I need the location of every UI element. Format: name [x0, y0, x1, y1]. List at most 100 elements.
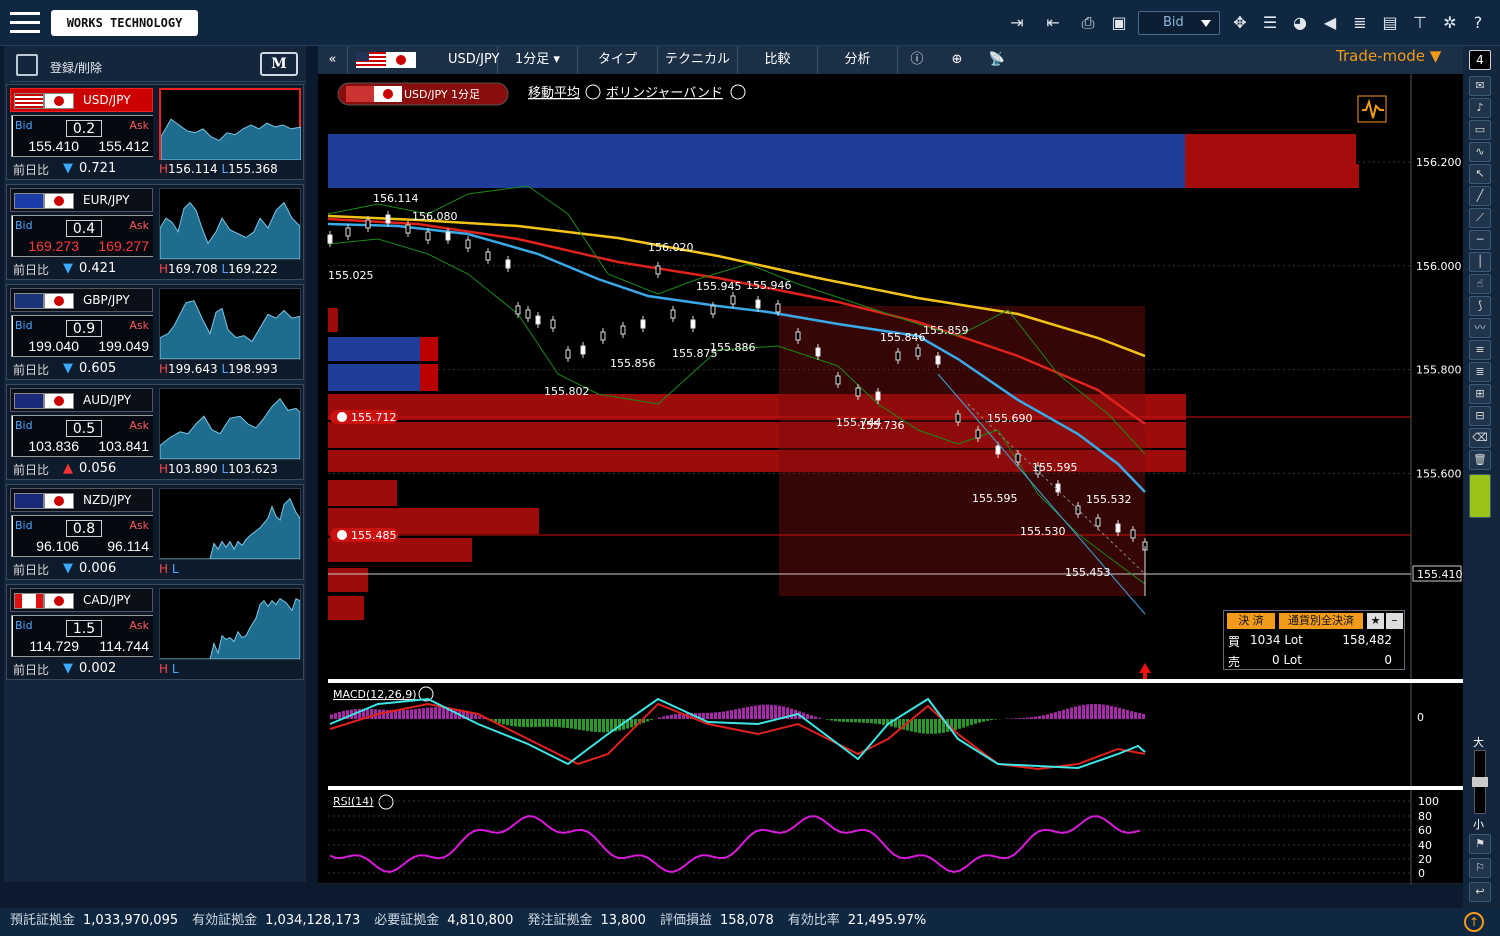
flag-tool-2-icon[interactable]: ⚐: [1469, 858, 1491, 878]
price-chart[interactable]: 156.200 156.000 155.800 155.600 155.712 155.4…: [318, 74, 1463, 897]
vline-icon[interactable]: │: [1469, 252, 1491, 272]
m-button[interactable]: M: [260, 52, 298, 76]
indicator-ma-label: 移動平均: [528, 86, 580, 101]
candle-body: [640, 319, 646, 329]
login-icon[interactable]: ⇤: [1042, 12, 1064, 34]
hand-icon[interactable]: ☝: [1469, 274, 1491, 294]
collapse-icon[interactable]: «: [318, 46, 348, 74]
candle-body: [1115, 523, 1121, 533]
macd-histogram-bar: [410, 709, 413, 719]
currency-pair-card[interactable]: NZD/JPY Bid 96.106 Ask 96.114 0.8 前日比 ▼ 0…: [6, 484, 304, 580]
price-mode-select[interactable]: Bid: [1138, 11, 1220, 35]
trendline-icon[interactable]: ╱: [1469, 186, 1491, 206]
cycle-icon[interactable]: ⊟: [1469, 406, 1491, 426]
signal-icon[interactable]: 📡: [984, 46, 1010, 74]
macd-histogram-bar: [578, 719, 581, 730]
macd-histogram-bar: [978, 719, 981, 723]
cursor-icon[interactable]: ↖: [1469, 164, 1491, 184]
fibo-icon[interactable]: ≡: [1469, 340, 1491, 360]
report-icon[interactable]: ▤: [1379, 12, 1401, 34]
layout-icon[interactable]: ✥: [1229, 12, 1251, 34]
mini-chart[interactable]: [159, 388, 301, 460]
currency-pair-card[interactable]: AUD/JPY Bid 103.836 Ask 103.841 0.5 前日比 …: [6, 384, 304, 480]
star-icon[interactable]: ★: [1367, 613, 1384, 629]
pie-chart-icon[interactable]: ◕: [1289, 12, 1311, 34]
info-icon[interactable]: ⓘ: [904, 46, 930, 74]
technical-button[interactable]: テクニカル: [658, 46, 738, 74]
zoom-handle[interactable]: [1472, 777, 1488, 787]
news-icon[interactable]: ☰: [1259, 12, 1281, 34]
tools-icon[interactable]: ⊤: [1409, 12, 1431, 34]
pair-header[interactable]: NZD/JPY: [10, 488, 153, 512]
pair-header[interactable]: GBP/JPY: [10, 288, 153, 312]
bid-label: Bid: [15, 419, 33, 432]
scroll-top-icon[interactable]: ↑: [1464, 912, 1484, 932]
macd-histogram-bar: [1066, 708, 1069, 719]
menu-icon[interactable]: [10, 12, 40, 34]
list-edit-icon: [16, 54, 38, 76]
alert-icon[interactable]: ◀: [1319, 12, 1341, 34]
help-icon[interactable]: ?: [1467, 12, 1489, 34]
macd-histogram-bar: [1086, 704, 1089, 719]
minimize-icon[interactable]: –: [1386, 613, 1403, 629]
currency-pair-card[interactable]: EUR/JPY Bid 169.273 Ask 169.277 0.4 前日比 …: [6, 184, 304, 280]
pitchfork-icon[interactable]: ⟆: [1469, 296, 1491, 316]
compare-button[interactable]: 比較: [738, 46, 818, 74]
chart-area[interactable]: 156.200 156.000 155.800 155.600 155.712 155.4…: [318, 74, 1463, 897]
rsi-axis-label: 100: [1418, 795, 1439, 808]
gann-icon[interactable]: ⊞: [1469, 384, 1491, 404]
logout-icon[interactable]: ⇥: [1006, 12, 1028, 34]
mini-chart[interactable]: [159, 288, 301, 360]
trade-mode-select[interactable]: Trade-mode ▼: [1336, 47, 1441, 65]
pair-header[interactable]: USD/JPY: [10, 88, 153, 112]
line-color-icon[interactable]: [1469, 474, 1491, 518]
analysis-button[interactable]: 分析: [818, 46, 898, 74]
timeframe-select[interactable]: 1分足 ▾: [498, 46, 578, 74]
settle-button[interactable]: 決 済: [1227, 613, 1275, 629]
crosshair-icon[interactable]: ⊕: [944, 46, 970, 74]
type-button[interactable]: タイプ: [578, 46, 658, 74]
mini-chart[interactable]: [159, 488, 301, 560]
hline-icon[interactable]: ─: [1469, 230, 1491, 250]
mini-chart[interactable]: [159, 188, 301, 260]
currency-pair-card[interactable]: USD/JPY Bid 155.410 Ask 155.412 0.2 前日比 …: [6, 84, 304, 180]
fibo-fan-icon[interactable]: ≣: [1469, 362, 1491, 382]
mini-chart-svg: [160, 598, 301, 660]
mini-chart[interactable]: [159, 588, 301, 660]
remove-indicator-icon[interactable]: [730, 84, 746, 100]
macd-histogram-bar: [774, 705, 777, 719]
order-icon[interactable]: ✉: [1469, 76, 1491, 96]
flag-tool-icon[interactable]: ⚑: [1469, 834, 1491, 854]
volume-bar: [328, 164, 1185, 188]
bid-price: 103.836: [28, 438, 79, 454]
ray-icon[interactable]: ⟋: [1469, 208, 1491, 228]
currency-pair-card[interactable]: CAD/JPY Bid 114.729 Ask 114.744 1.5 前日比 …: [6, 584, 304, 680]
remove-rsi-icon[interactable]: [378, 794, 394, 810]
alarm-icon[interactable]: ♪: [1469, 98, 1491, 118]
calc-icon[interactable]: ≣: [1349, 12, 1371, 34]
mini-chart[interactable]: [159, 88, 302, 161]
window-count[interactable]: 4: [1469, 50, 1491, 70]
remove-indicator-icon[interactable]: [585, 84, 601, 100]
quote-box: Bid 169.273 Ask 169.277 0.4: [11, 215, 153, 257]
macd-histogram-bar: [630, 719, 633, 728]
macd-histogram-bar: [506, 719, 509, 726]
wave-icon[interactable]: 〰: [1469, 318, 1491, 338]
pair-header[interactable]: CAD/JPY: [10, 588, 153, 612]
zoom-slider[interactable]: [1472, 750, 1488, 814]
print-icon[interactable]: ⎙: [1077, 12, 1099, 34]
macd-histogram-bar: [762, 704, 765, 719]
currency-pair-card[interactable]: GBP/JPY Bid 199.040 Ask 199.049 0.9 前日比 …: [6, 284, 304, 380]
trash-icon[interactable]: 🗑: [1469, 450, 1491, 470]
chat-icon[interactable]: ▭: [1469, 120, 1491, 140]
change-label: 前日比: [13, 663, 50, 677]
signal-wave-icon[interactable]: ∿: [1469, 142, 1491, 162]
pair-header[interactable]: EUR/JPY: [10, 188, 153, 212]
save-icon[interactable]: ▣: [1108, 12, 1130, 34]
macd-histogram-bar: [958, 719, 961, 729]
settings-icon[interactable]: ✲: [1439, 12, 1461, 34]
eraser-icon[interactable]: ⌫: [1469, 428, 1491, 448]
undo-icon[interactable]: ↩: [1469, 882, 1491, 902]
settle-all-button[interactable]: 通貨別全決済: [1279, 613, 1363, 629]
pair-header[interactable]: AUD/JPY: [10, 388, 153, 412]
